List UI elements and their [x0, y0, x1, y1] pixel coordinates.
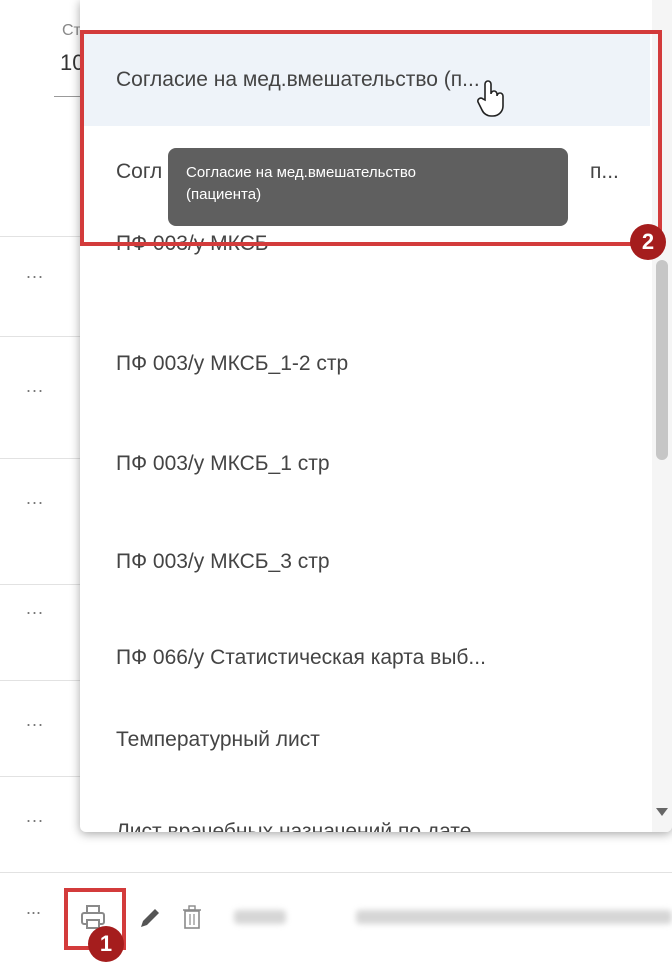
blurred-value [234, 910, 286, 924]
row-menu-button[interactable]: ... [26, 710, 44, 731]
dropdown-option[interactable]: ПФ 066/у Статистическая карта выб... [80, 612, 650, 704]
row-menu-button[interactable]: ... [26, 598, 44, 619]
row-divider [0, 872, 672, 873]
more-actions-button[interactable]: ... [26, 898, 41, 919]
option-label: ПФ 003/у МКСБ_3 стр [116, 550, 330, 573]
row-menu-button[interactable]: ... [26, 488, 44, 509]
option-label: ПФ 003/у МКСБ_1-2 стр [116, 352, 349, 375]
row-menu-button[interactable]: ... [26, 262, 44, 283]
edit-icon[interactable] [136, 902, 162, 932]
step-marker-1: 1 [88, 926, 124, 962]
dropdown-option[interactable]: ПФ 003/у МКСБ_3 стр [80, 516, 650, 608]
row-menu-button[interactable]: ... [26, 376, 44, 397]
scroll-down-icon[interactable] [656, 808, 668, 816]
dropdown-option[interactable]: ПФ 003/у МКСБ_1-2 стр [80, 318, 650, 410]
option-label: Лист врачебных назначений по дате [116, 820, 472, 832]
option-label: Температурный лист [116, 728, 320, 751]
dropdown-option[interactable]: Температурный лист [80, 694, 650, 786]
field-label: Ст [62, 22, 81, 39]
dropdown-option[interactable]: ПФ 003/у МКСБ_1 стр [80, 418, 650, 510]
option-label: ПФ 003/у МКСБ_1 стр [116, 452, 330, 475]
highlight-box-dropdown-options [80, 30, 662, 246]
scrollbar-thumb[interactable] [656, 260, 668, 460]
dropdown-option[interactable]: Лист врачебных назначений по дате [80, 786, 650, 832]
delete-icon[interactable] [180, 902, 204, 932]
option-label: ПФ 066/у Статистическая карта выб... [116, 646, 486, 669]
blurred-text [356, 910, 672, 924]
step-marker-2: 2 [630, 224, 666, 260]
row-menu-button[interactable]: ... [26, 806, 44, 827]
